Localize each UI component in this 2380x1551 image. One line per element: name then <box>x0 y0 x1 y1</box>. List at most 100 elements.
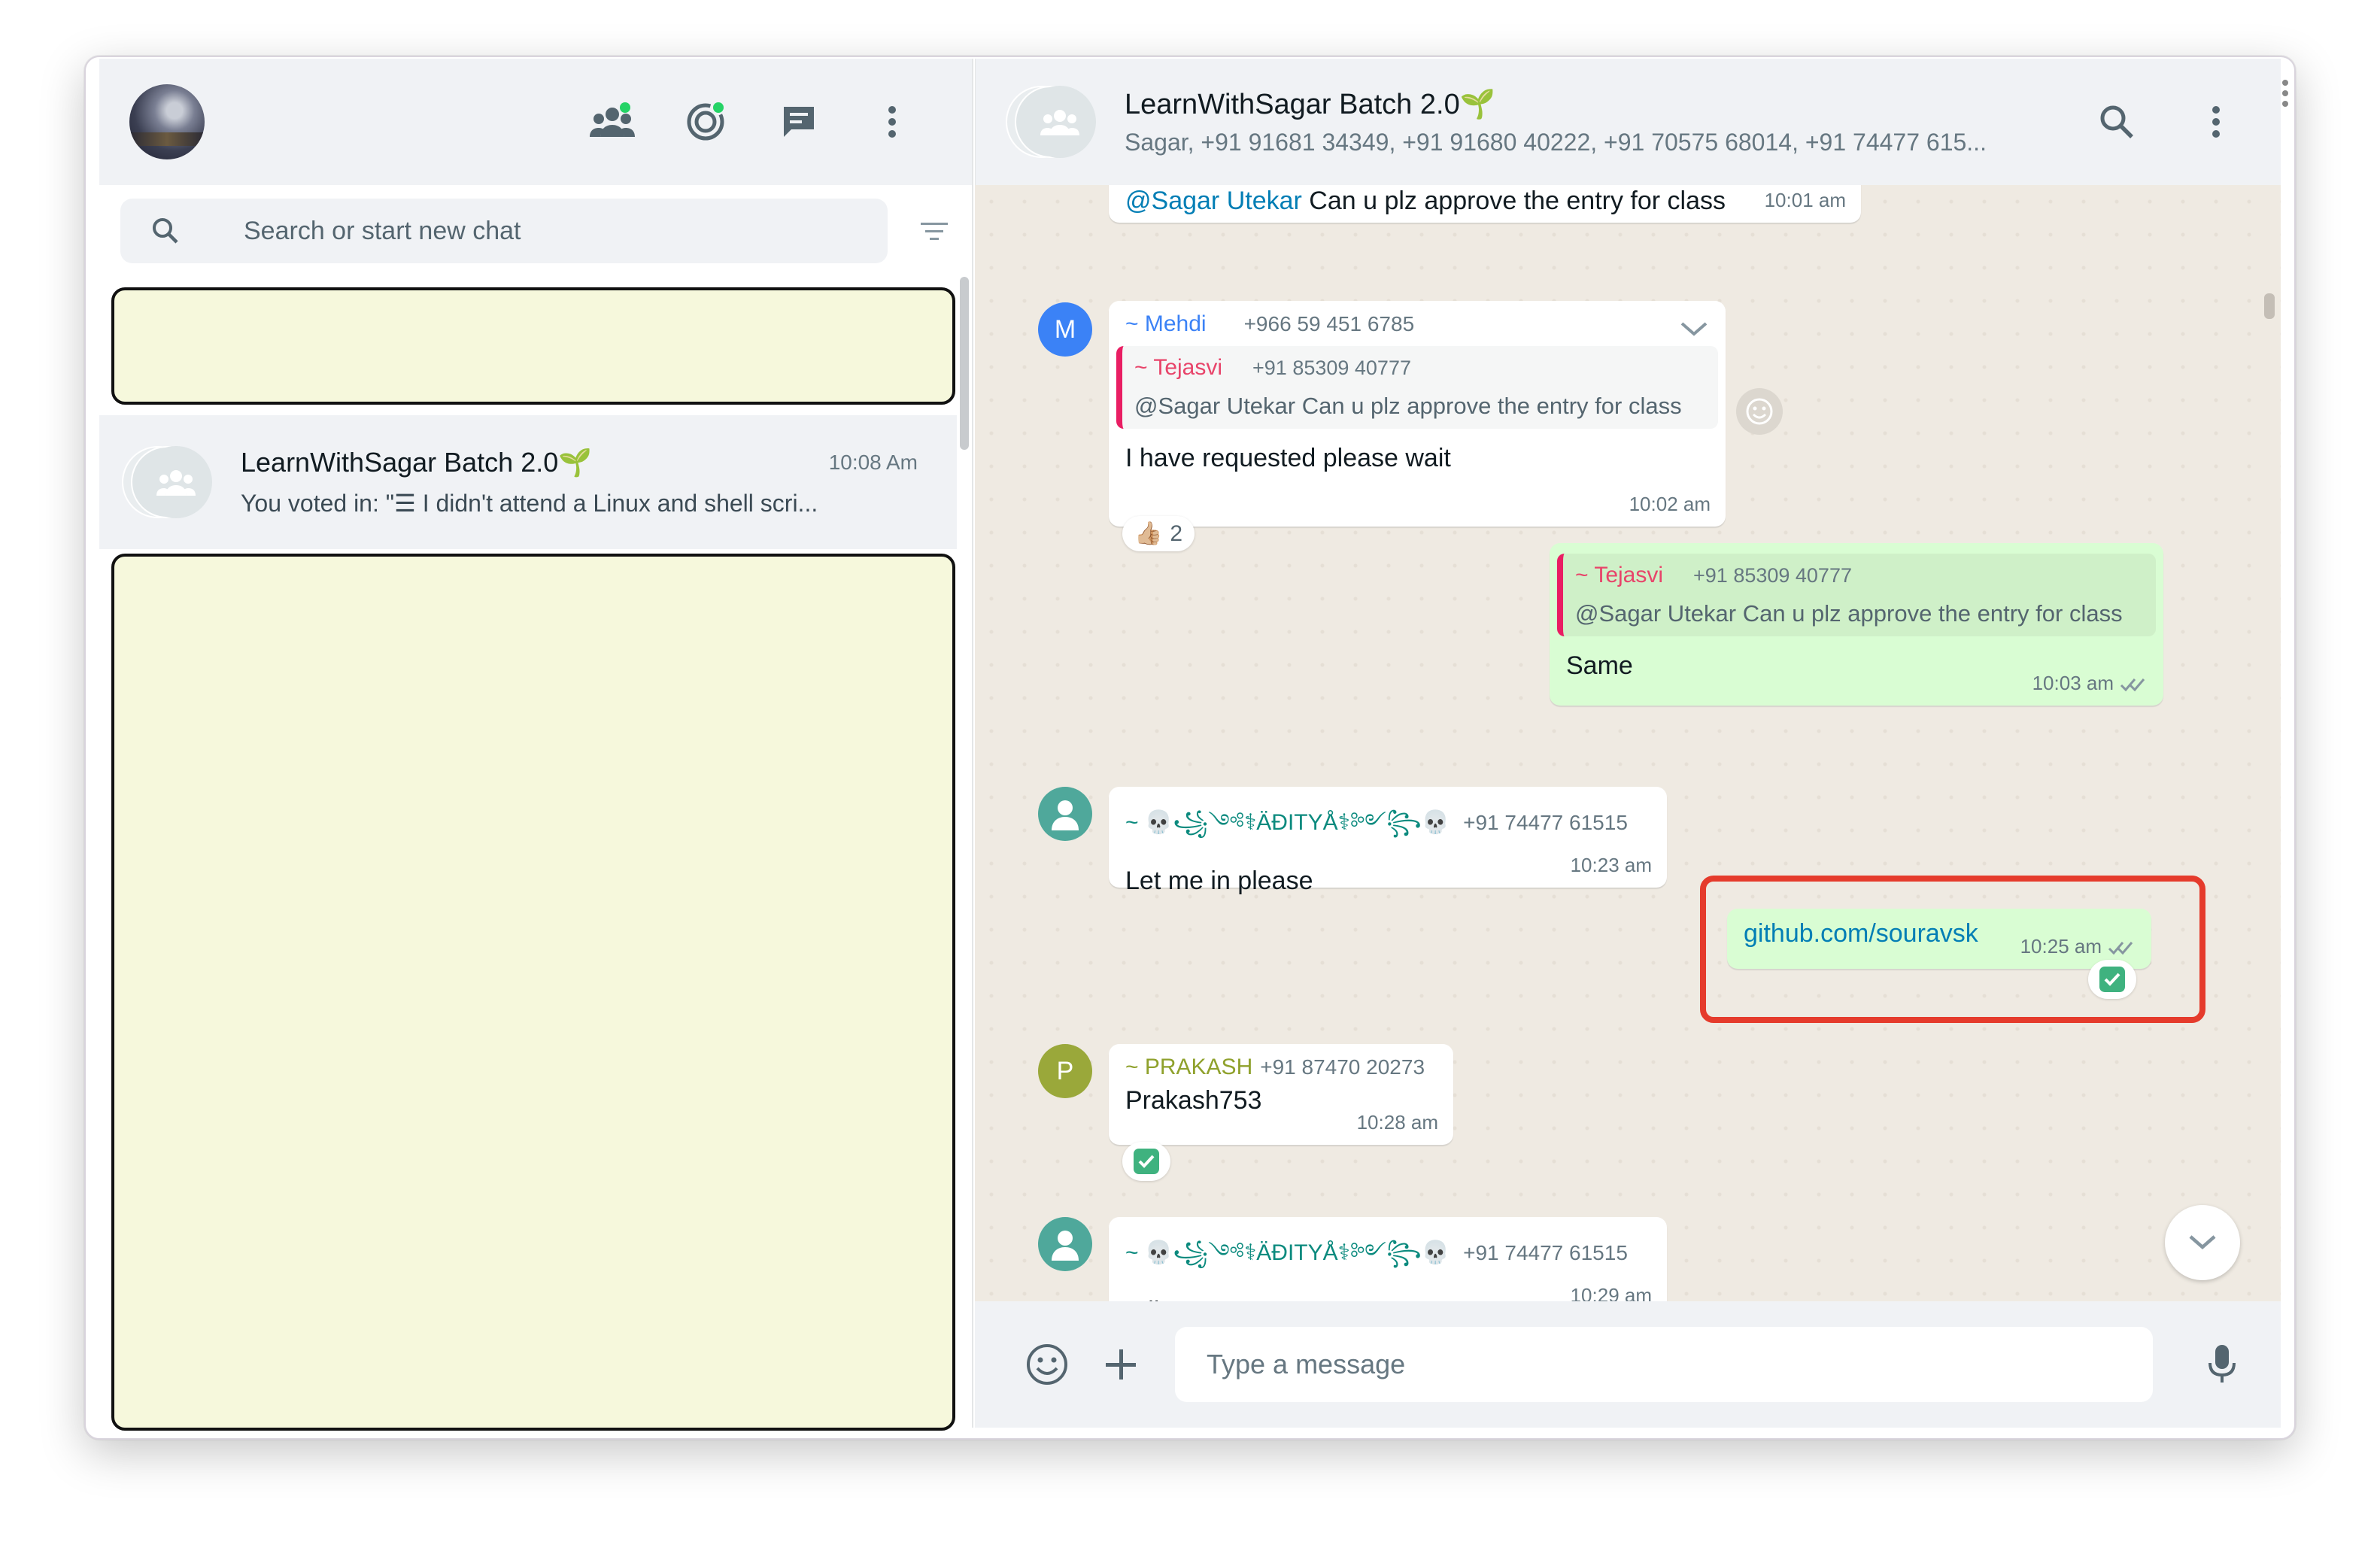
reaction-count: 2 <box>1170 521 1183 546</box>
redacted-chat-item <box>111 287 955 405</box>
app-window: Search or start new chat LearnWithSagar … <box>84 56 2296 1440</box>
chevron-down-icon[interactable] <box>1679 320 1709 338</box>
message-time: 10:03 am <box>2032 672 2114 694</box>
left-header <box>99 59 972 185</box>
search-bar[interactable]: Search or start new chat <box>120 199 888 263</box>
message-bubble[interactable]: ~ Mehdi +966 59 451 6785 ~ Tejasvi +91 853… <box>1109 301 1726 527</box>
microphone-icon[interactable] <box>2195 1337 2249 1392</box>
sender-name[interactable]: ~ Mehdi <box>1125 311 1207 336</box>
reaction-pill[interactable] <box>1122 1142 1170 1181</box>
quoted-text: @Sagar Utekar Can u plz approve the entr… <box>1575 600 2123 627</box>
message-time-wrap: 10:25 am <box>2020 935 2136 958</box>
chat-list-scrollbar[interactable] <box>960 277 969 450</box>
conversation-header[interactable]: LearnWithSagar Batch 2.0🌱 Sagar, +91 916… <box>975 59 2281 185</box>
conversation-info: LearnWithSagar Batch 2.0🌱 Sagar, +91 916… <box>1125 88 2072 156</box>
message-bubble[interactable]: ~ 💀꧁༺⚕ÄĐITYÅ⚕༻꧂💀+91 74477 61515 adip47 1… <box>1109 1217 1667 1301</box>
sender-name[interactable]: ~ PRAKASH <box>1125 1055 1252 1079</box>
message-time: 10:28 am <box>1356 1111 1438 1134</box>
message-time: 10:01 am <box>1764 189 1846 211</box>
redacted-chat-list <box>111 554 955 1431</box>
message-text-rest: Can u plz approve the entry for class <box>1301 187 1726 215</box>
message-text: @Sagar Utekar Can u plz approve the entr… <box>1125 187 1844 216</box>
communities-badge <box>620 102 630 113</box>
check-mark-icon <box>2099 967 2125 992</box>
person-icon <box>1052 1231 1079 1261</box>
search-input[interactable]: Search or start new chat <box>244 217 521 246</box>
avatar-letter: M <box>1054 314 1076 344</box>
reaction-pill[interactable]: 👍🏼 2 <box>1122 516 1195 551</box>
app-content: Search or start new chat LearnWithSagar … <box>99 59 2281 1431</box>
chat-item-text: LearnWithSagar Batch 2.0🌱 10:08 Am You v… <box>241 447 918 518</box>
message-bubble-outgoing[interactable]: ~ Tejasvi +91 85309 40777 @Sagar Utekar C… <box>1550 543 2163 706</box>
group-avatar <box>122 446 215 518</box>
message-scrollbar[interactable] <box>2264 293 2275 319</box>
sender-avatar[interactable]: M <box>1038 302 1092 357</box>
conversation-avatar[interactable] <box>1006 86 1099 158</box>
group-icon <box>156 470 196 496</box>
filter-icon[interactable] <box>912 209 957 254</box>
chevron-down-icon <box>2189 1235 2216 1249</box>
message-bubble[interactable]: ~ 💀꧁༺⚕ÄĐITYÅ⚕༻꧂💀 +91 74477 61515 Let me i… <box>1109 787 1667 895</box>
message-bubble[interactable]: @Sagar Utekar Can u plz approve the entr… <box>1109 185 1861 223</box>
sender-avatar[interactable]: P <box>1038 1044 1092 1098</box>
chat-list-panel: Search or start new chat LearnWithSagar … <box>99 59 973 1431</box>
reaction-emoji: 👍🏼 <box>1134 521 1163 546</box>
profile-avatar[interactable] <box>129 84 205 159</box>
message-text: I have requested please wait <box>1125 444 1451 472</box>
mention-link[interactable]: @Sagar Utekar <box>1125 187 1302 215</box>
chat-item-time: 10:08 Am <box>828 451 918 474</box>
avatar-letter: P <box>1056 1056 1074 1085</box>
person-icon <box>1052 800 1079 830</box>
quoted-phone: +91 85309 40777 <box>1693 564 1852 587</box>
attach-plus-icon[interactable] <box>1094 1337 1148 1392</box>
quoted-message[interactable]: ~ Tejasvi +91 85309 40777 @Sagar Utekar C… <box>1557 554 2156 636</box>
communities-icon[interactable] <box>585 95 639 149</box>
reaction-pill[interactable] <box>2088 960 2136 999</box>
double-tick-icon <box>2108 942 2133 955</box>
sender-phone: +91 87470 20273 <box>1260 1055 1425 1079</box>
message-link[interactable]: github.com/souravsk <box>1744 919 1978 948</box>
chat-list-item[interactable]: LearnWithSagar Batch 2.0🌱 10:08 Am You v… <box>99 415 957 549</box>
quoted-sender: ~ Tejasvi <box>1134 355 1223 380</box>
message-time: 10:29 am <box>1570 1284 1652 1301</box>
message-bubble[interactable]: ~ PRAKASH +91 87470 20273 Prakash753 10:2… <box>1109 1044 1453 1145</box>
new-chat-icon[interactable] <box>772 95 826 149</box>
sender-phone: +966 59 451 6785 <box>1243 312 1415 335</box>
conversation-menu-icon[interactable] <box>2189 95 2243 149</box>
message-composer: Type a message <box>975 1301 2281 1428</box>
left-header-icons <box>585 95 919 149</box>
message-time: 10:02 am <box>1629 493 1711 515</box>
group-icon <box>1040 110 1079 135</box>
conversation-members: Sagar, +91 91681 34349, +91 91680 40222,… <box>1125 128 1987 156</box>
message-time-wrap: 10:03 am <box>2032 672 2148 695</box>
conversation-title: LearnWithSagar Batch 2.0🌱 <box>1125 88 1496 120</box>
message-time: 10:25 am <box>2020 935 2102 958</box>
conversation-panel: LearnWithSagar Batch 2.0🌱 Sagar, +91 916… <box>975 59 2281 1428</box>
sender-name[interactable]: ~ 💀꧁༺⚕ÄĐITYÅ⚕༻꧂💀 <box>1125 1240 1450 1265</box>
double-tick-icon <box>2120 678 2145 692</box>
message-time: 10:23 am <box>1570 854 1652 876</box>
sender-phone: +91 74477 61515 <box>1463 1241 1628 1264</box>
menu-icon[interactable] <box>865 95 919 149</box>
scroll-to-bottom-button[interactable] <box>2165 1205 2240 1280</box>
quoted-message[interactable]: ~ Tejasvi +91 85309 40777 @Sagar Utekar C… <box>1116 346 1718 429</box>
sender-phone: +91 74477 61515 <box>1463 811 1628 834</box>
window-resize-grip[interactable] <box>2282 80 2288 107</box>
status-icon[interactable] <box>678 95 733 149</box>
chat-item-name: LearnWithSagar Batch 2.0🌱 <box>241 447 593 478</box>
sender-avatar-default[interactable] <box>1038 787 1092 841</box>
react-emoji-icon[interactable] <box>1736 388 1783 435</box>
check-mark-icon <box>1134 1149 1159 1174</box>
sender-avatar-default[interactable] <box>1038 1217 1092 1271</box>
quoted-phone: +91 85309 40777 <box>1252 357 1411 379</box>
search-icon <box>153 218 178 244</box>
search-messages-icon[interactable] <box>2090 95 2144 149</box>
message-list[interactable]: @Sagar Utekar Can u plz approve the entr… <box>975 185 2281 1301</box>
sender-name[interactable]: ~ 💀꧁༺⚕ÄĐITYÅ⚕༻꧂💀 <box>1125 810 1450 835</box>
conversation-actions <box>2090 95 2243 149</box>
emoji-icon[interactable] <box>1020 1337 1074 1392</box>
message-bubble-outgoing[interactable]: github.com/souravsk 10:25 am <box>1727 909 2151 969</box>
quoted-sender: ~ Tejasvi <box>1575 563 1664 587</box>
message-input[interactable]: Type a message <box>1175 1327 2153 1402</box>
quoted-text: @Sagar Utekar Can u plz approve the entr… <box>1134 393 1682 419</box>
